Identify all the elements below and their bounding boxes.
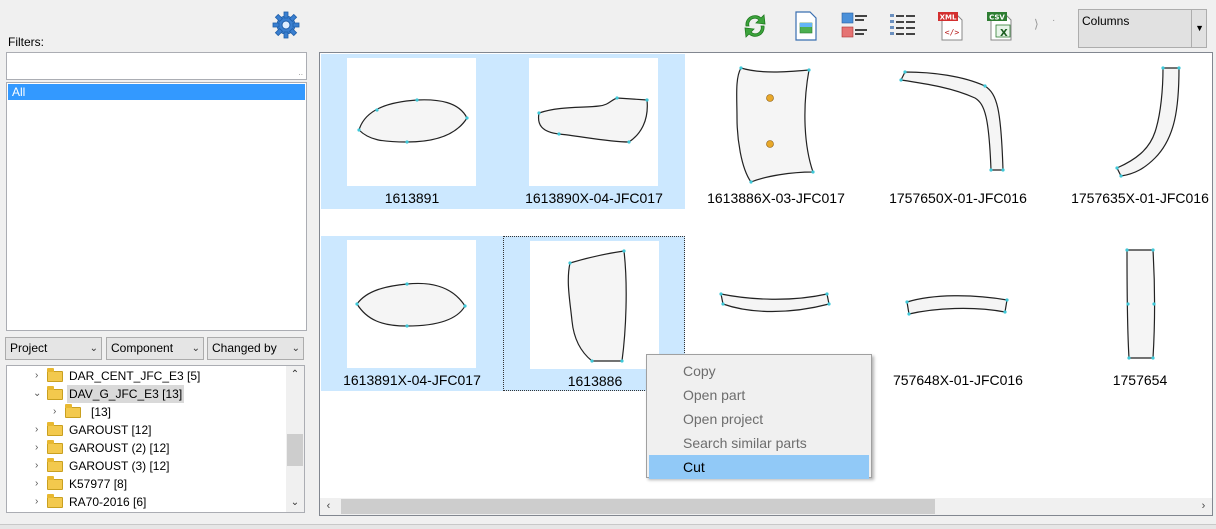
settings-gear-icon[interactable] <box>272 11 300 39</box>
part-cell[interactable]: 1613891X-04-JFC017 <box>321 236 503 391</box>
scroll-down-icon[interactable]: ⌄ <box>286 494 304 512</box>
menu-item-search-similar[interactable]: Search similar parts <box>649 431 869 455</box>
part-label: 1613891X-04-JFC017 <box>343 372 481 388</box>
part-cell[interactable]: 1757654 <box>1049 236 1212 391</box>
part-thumbnail <box>1075 240 1204 368</box>
component-combo[interactable]: Component ⌄ <box>106 337 204 360</box>
part-label: 1613886X-03-JFC017 <box>707 190 845 206</box>
image-file-icon[interactable] <box>791 9 821 43</box>
status-strip <box>0 524 1216 529</box>
part-cell[interactable]: 1613886X-03-JFC017 <box>685 54 867 209</box>
tree-item-label: GAROUST [12] <box>69 423 152 437</box>
chevron-down-icon: ⌄ <box>191 343 200 354</box>
view-mode-combo[interactable]: Columns ▼ <box>1078 9 1207 48</box>
menu-item-cut[interactable]: Cut <box>649 455 869 479</box>
expand-chevron-icon[interactable]: › <box>35 367 45 385</box>
scroll-up-icon[interactable]: ⌃ <box>286 366 304 384</box>
details-view-icon[interactable] <box>840 9 870 43</box>
filters-label: Filters: <box>8 35 44 49</box>
tree-item-label: [13] <box>91 405 112 419</box>
project-combo[interactable]: Project ⌄ <box>5 337 102 360</box>
filter-list-item-all[interactable]: All <box>8 84 305 100</box>
chevron-down-icon: ⌄ <box>291 343 300 354</box>
part-cell[interactable]: 1613891 <box>321 54 503 209</box>
export-csv-icon[interactable]: CSV X <box>986 9 1016 43</box>
part-thumbnail <box>529 58 658 186</box>
expand-chevron-icon[interactable]: › <box>35 457 45 475</box>
part-thumbnail <box>530 241 659 369</box>
folder-icon <box>47 476 63 490</box>
expand-chevron-icon[interactable]: › <box>35 421 45 439</box>
tree-item-label: DAR_CENT_JFC_E3 [5] <box>69 369 201 383</box>
part-thumbnail <box>893 58 1022 186</box>
menu-item-open-part[interactable]: Open part <box>649 383 869 407</box>
scroll-left-icon[interactable]: ‹ <box>320 498 337 515</box>
part-cell[interactable]: 757648X-01-JFC016 <box>867 236 1049 391</box>
svg-text:</>: </> <box>945 28 960 37</box>
scrollbar-thumb[interactable] <box>287 434 303 466</box>
scrollbar-thumb[interactable] <box>341 499 935 514</box>
toolbar-separator: · <box>1052 15 1056 26</box>
project-combo-label: Project <box>10 341 48 355</box>
xml-badge-text: XML <box>940 14 957 22</box>
filter-list[interactable]: All <box>6 82 307 331</box>
tree-scrollbar[interactable]: ⌃ ⌄ <box>286 366 304 512</box>
part-label: 1757650X-01-JFC016 <box>889 190 1027 206</box>
part-label: 1613890X-04-JFC017 <box>525 190 663 206</box>
svg-text:X: X <box>1000 28 1008 39</box>
part-cell[interactable]: 1757635X-01-JFC016 <box>1049 54 1212 209</box>
part-thumbnail <box>347 58 476 186</box>
export-xml-icon[interactable]: XML </> <box>937 9 967 43</box>
tree-item-label: GAROUST (3) [12] <box>69 459 170 473</box>
combo-divider <box>1191 10 1192 47</box>
tree-item-label: K57977 [8] <box>69 477 128 491</box>
folder-icon <box>47 494 63 508</box>
folder-icon <box>47 422 63 436</box>
folder-icon <box>47 440 63 454</box>
expand-chevron-icon[interactable]: › <box>35 439 45 457</box>
part-thumbnail <box>711 58 840 186</box>
part-thumbnail <box>893 240 1022 368</box>
folder-icon <box>47 368 63 382</box>
part-cell[interactable]: 1757650X-01-JFC016 <box>867 54 1049 209</box>
toolbar-overflow-icon[interactable]: ⟩ <box>1034 17 1039 31</box>
resize-grip-icon: .. <box>298 68 303 77</box>
filter-input[interactable]: .. <box>6 52 307 80</box>
tree-item-label: DAV_G_JFC_E3 [13] <box>67 385 185 403</box>
component-combo-label: Component <box>111 341 174 355</box>
changed-by-combo[interactable]: Changed by ⌄ <box>207 337 304 360</box>
csv-badge-text: CSV <box>989 14 1005 22</box>
folder-open-icon <box>47 386 63 400</box>
view-mode-label: Columns <box>1082 14 1130 28</box>
folder-icon <box>47 458 63 472</box>
dropdown-arrow-icon: ▼ <box>1195 23 1204 33</box>
part-thumbnail <box>711 240 840 368</box>
grid-horizontal-scrollbar[interactable]: ‹ › <box>320 498 1212 515</box>
changed-by-combo-label: Changed by <box>212 341 277 355</box>
part-cell[interactable]: 1613890X-04-JFC017 <box>503 54 685 209</box>
expand-chevron-icon[interactable]: › <box>35 475 45 493</box>
part-label: 757648X-01-JFC016 <box>893 372 1023 388</box>
project-tree[interactable]: › DAR_CENT_JFC_E3 [5] ⌄ DAV_G_JFC_E3 [13… <box>6 365 305 513</box>
scroll-right-icon[interactable]: › <box>1195 498 1212 515</box>
menu-item-open-project[interactable]: Open project <box>649 407 869 431</box>
expand-chevron-icon[interactable]: › <box>53 403 63 421</box>
part-label: 1757635X-01-JFC016 <box>1071 190 1209 206</box>
refresh-icon[interactable] <box>740 9 770 43</box>
part-label: 1757654 <box>1112 372 1168 388</box>
expand-chevron-icon[interactable]: › <box>35 493 45 511</box>
collapse-chevron-icon[interactable]: ⌄ <box>33 385 43 403</box>
chevron-down-icon: ⌄ <box>89 343 98 354</box>
tree-item-label: RA70-2016 [6] <box>69 495 147 509</box>
context-menu: Copy Open part Open project Search simil… <box>646 354 872 479</box>
part-label: 1613891 <box>384 190 440 206</box>
tree-item-label: GAROUST (2) [12] <box>69 441 170 455</box>
list-view-icon[interactable] <box>888 9 918 43</box>
part-thumbnail <box>347 240 476 368</box>
folder-icon <box>65 404 81 418</box>
menu-item-copy[interactable]: Copy <box>649 359 869 383</box>
part-thumbnail <box>1075 58 1204 186</box>
